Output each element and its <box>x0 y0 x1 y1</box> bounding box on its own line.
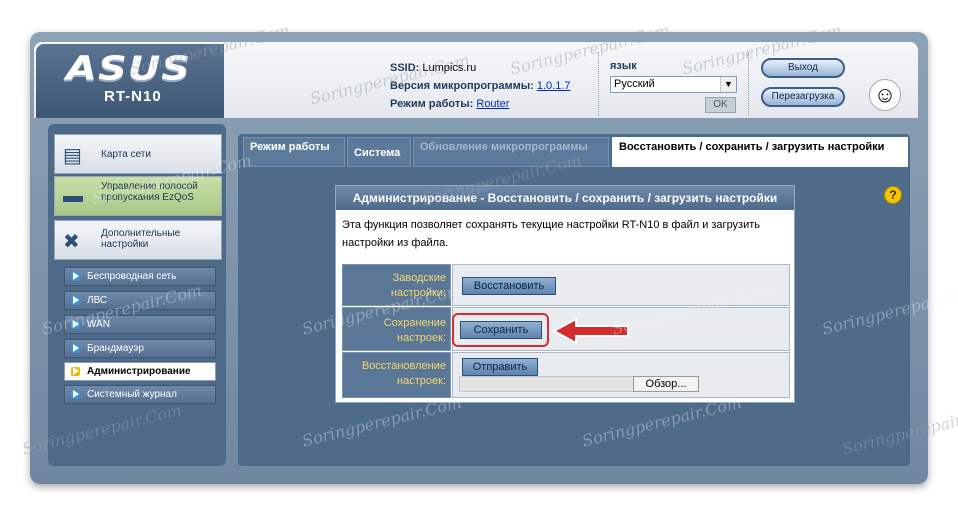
firmware-info: Версия микропрограммы: 1.0.1.7 <box>390 80 571 92</box>
tab-system[interactable]: Система <box>347 137 411 167</box>
arrow-right-icon <box>73 344 79 352</box>
arrow-right-icon <box>73 296 79 304</box>
mode-info: Режим работы: Router <box>390 98 509 110</box>
network-map-icon: ▤ <box>63 145 82 167</box>
sidebar-item-lan[interactable]: ЛВС <box>64 291 216 310</box>
mode-link[interactable]: Router <box>476 98 509 110</box>
dialog-description: Эта функция позволяет сохранять текущие … <box>342 219 761 249</box>
arrow-right-icon <box>73 367 79 375</box>
header-divider <box>748 52 749 116</box>
ssid-value: Lumpics.ru <box>422 62 477 74</box>
help-icon[interactable]: ? <box>884 186 902 204</box>
sidebar-item-advanced[interactable]: ✖ Дополнительные настройки <box>54 220 222 260</box>
sidebar-item-label: Беспроводная сеть <box>87 271 177 282</box>
language-label: язык <box>610 60 637 72</box>
language-select[interactable]: Русский ▼ <box>610 76 737 93</box>
qos-icon: ▬ <box>63 185 83 207</box>
browse-button[interactable]: Обзор... <box>633 376 699 392</box>
tab-firmware-upgrade[interactable]: Обновление микропрограммы <box>413 137 609 167</box>
save-settings-label: Сохранение настроек: <box>342 307 451 351</box>
sidebar-item-label: WAN <box>87 319 110 330</box>
save-button[interactable]: Сохранить <box>460 321 542 339</box>
arrow-right-icon <box>73 320 79 328</box>
ssid-label: SSID: <box>390 62 420 74</box>
sidebar-item-label: Управление полосой пропускания EzQoS <box>101 181 198 203</box>
sidebar-item-label: Брандмауэр <box>87 343 144 354</box>
tab-operation-mode[interactable]: Режим работы <box>243 137 345 167</box>
restore-button[interactable]: Восстановить <box>462 277 556 295</box>
avatar-icon: ☺ <box>869 79 901 111</box>
firmware-link[interactable]: 1.0.1.7 <box>537 80 571 92</box>
sidebar-item-wan[interactable]: WAN <box>64 315 216 334</box>
sidebar-item-label: Системный журнал <box>87 389 177 400</box>
ssid-info: SSID: Lumpics.ru <box>390 62 476 74</box>
model-name: RT-N10 <box>104 88 162 105</box>
dialog-title: Администрирование - Восстановить / сохра… <box>336 186 794 210</box>
sidebar-item-wireless[interactable]: Беспроводная сеть <box>64 267 216 286</box>
language-value: Русский <box>614 78 655 90</box>
sidebar-item-firewall[interactable]: Брандмауэр <box>64 339 216 358</box>
sidebar-item-network-map[interactable]: ▤ Карта сети <box>54 134 222 174</box>
sidebar-item-label: ЛВС <box>87 295 108 306</box>
restore-settings-label: Восстановление настроек: <box>342 352 451 398</box>
sidebar-item-label: Администрирование <box>87 366 191 377</box>
language-ok-button[interactable]: OK <box>705 97 736 113</box>
sidebar-item-system-log[interactable]: Системный журнал <box>64 385 216 404</box>
pointer-arrow-icon <box>551 317 629 345</box>
sidebar-item-label: Дополнительные настройки <box>101 228 181 250</box>
sidebar-item-label: Карта сети <box>101 149 151 160</box>
chevron-down-icon[interactable]: ▼ <box>720 77 736 92</box>
logout-button[interactable]: Выход <box>761 58 845 78</box>
sidebar-item-administration[interactable]: Администрирование <box>64 362 216 381</box>
brand-logo: ASUS <box>66 50 192 88</box>
tools-icon: ✖ <box>63 231 80 253</box>
mode-label: Режим работы: <box>390 98 474 110</box>
factory-reset-label: Заводские настройки: <box>342 264 451 306</box>
reboot-button[interactable]: Перезагрузка <box>761 87 845 107</box>
header-divider <box>598 52 599 116</box>
tab-restore-save-upload[interactable]: Восстановить / сохранить / загрузить нас… <box>612 137 908 167</box>
arrow-right-icon <box>73 390 79 398</box>
arrow-right-icon <box>73 272 79 280</box>
firmware-label: Версия микропрограммы: <box>390 80 534 92</box>
sidebar-item-qos[interactable]: ▬ Управление полосой пропускания EzQoS <box>54 176 222 216</box>
upload-button[interactable]: Отправить <box>462 358 538 376</box>
